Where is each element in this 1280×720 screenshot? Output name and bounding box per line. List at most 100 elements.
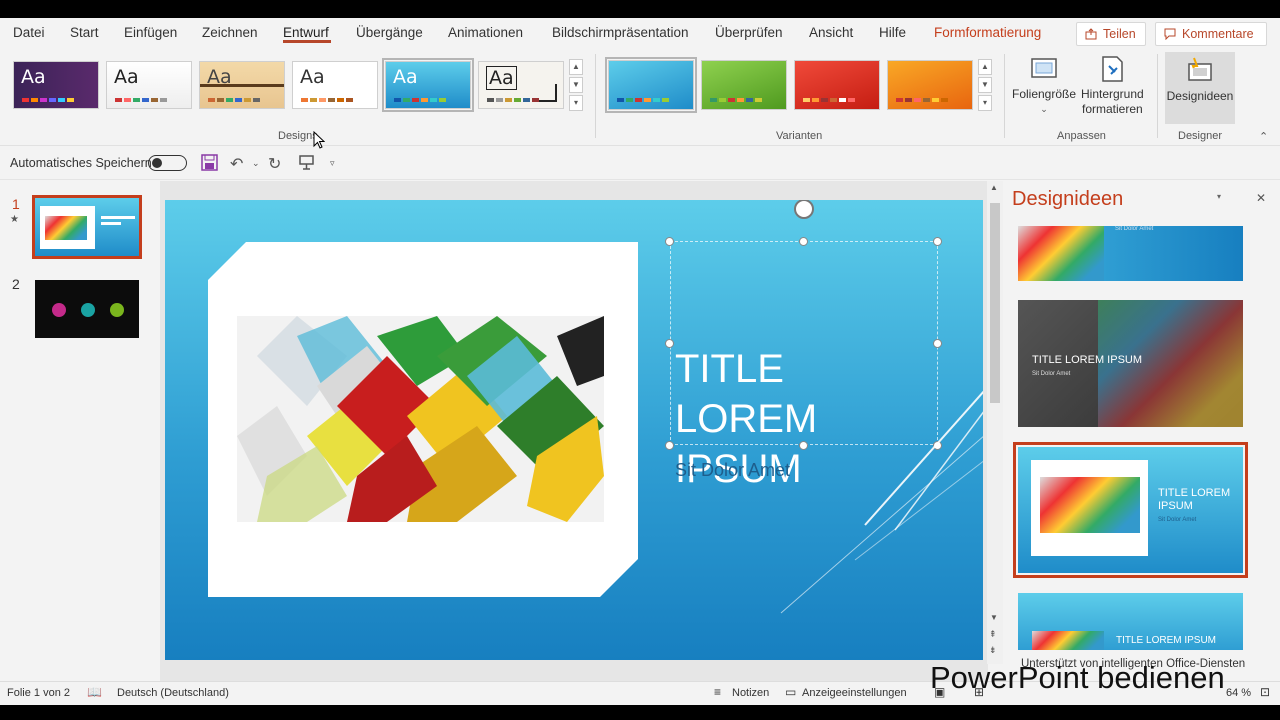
ribbon-separator (595, 54, 596, 138)
rotate-handle-icon[interactable] (794, 200, 814, 219)
zoom-level[interactable]: 64 % (1226, 687, 1251, 699)
slide-editor: TITLE LOREM IPSUM Sit Dolor Amet (160, 181, 988, 681)
design-idea-2[interactable]: TITLE LOREM IPSUM Sit Dolor Amet (1018, 300, 1243, 427)
tab-zeichnen[interactable]: Zeichnen (202, 25, 258, 40)
customize-qat-icon[interactable]: ▿ (330, 158, 335, 169)
collapse-ribbon-icon[interactable]: ⌃ (1259, 130, 1268, 143)
undo-dropdown-icon[interactable]: ⌄ (252, 158, 260, 169)
chevron-down-icon[interactable]: ▼ (569, 77, 583, 93)
format-background-label-1: Hintergrund (1081, 87, 1144, 101)
theme-thumbnail-6[interactable]: Aa (478, 61, 564, 109)
slide-thumbnail-1[interactable] (32, 195, 142, 259)
abstract-cubes-image[interactable] (237, 316, 604, 522)
idea-3-subtitle: Sit Dolor Amet (1158, 517, 1197, 523)
tab-hilfe[interactable]: Hilfe (879, 25, 906, 40)
window-top-border (0, 0, 1280, 18)
slide-size-button[interactable]: Foliengröße ⌄ (1012, 54, 1076, 117)
group-label-designs: Designs (278, 130, 318, 142)
tab-einfuegen[interactable]: Einfügen (124, 25, 177, 40)
pane-title: Designideen (1012, 188, 1124, 210)
design-idea-4[interactable]: TITLE LOREM IPSUM (1018, 593, 1243, 650)
tab-ansicht[interactable]: Ansicht (809, 25, 853, 40)
chevron-up-icon[interactable]: ▲ (978, 59, 992, 75)
chevron-down-icon[interactable]: ▼ (978, 77, 992, 93)
design-idea-1[interactable]: Sit Dolor Amet (1018, 226, 1243, 281)
start-presentation-icon[interactable] (298, 154, 315, 171)
design-ideas-label: Designideen (1166, 89, 1234, 103)
design-ideas-button-content: Designideen (1167, 56, 1233, 104)
undo-icon[interactable]: ↶ (230, 154, 243, 174)
theme-thumbnail-3[interactable]: Aa (199, 61, 285, 109)
comments-label: Kommentare (1182, 27, 1254, 41)
design-ideas-button[interactable]: Designideen (1165, 52, 1235, 124)
comment-icon (1164, 28, 1176, 40)
variant-thumbnail-3[interactable] (794, 60, 880, 110)
decorative-lines (780, 390, 983, 614)
ribbon-separator (1004, 54, 1005, 138)
notes-button[interactable]: Notizen (732, 687, 769, 699)
format-background-button[interactable]: Hintergrund formatieren (1081, 54, 1144, 117)
resize-handle[interactable] (665, 339, 674, 348)
close-icon[interactable]: ✕ (1256, 191, 1266, 205)
ribbon-separator (1157, 54, 1158, 138)
resize-handle[interactable] (933, 237, 942, 246)
slide-canvas[interactable]: TITLE LOREM IPSUM Sit Dolor Amet (165, 200, 983, 660)
variant-thumbnail-2[interactable] (701, 60, 787, 110)
theme-thumbnail-2[interactable]: Aa (106, 61, 192, 109)
spellcheck-icon[interactable]: 📖 (87, 685, 102, 699)
slide-thumbnails-pane: 1 ★ 2 (0, 181, 160, 681)
tab-entwurf[interactable]: Entwurf (283, 25, 329, 40)
redo-icon[interactable]: ↻ (268, 154, 281, 174)
scroll-down-icon[interactable]: ▼ (990, 613, 998, 622)
chevron-up-icon[interactable]: ▲ (569, 59, 583, 75)
previous-slide-icon[interactable]: ⇞ (989, 629, 997, 640)
design-ideas-icon (1188, 57, 1212, 81)
tab-ueberpruefen[interactable]: Überprüfen (715, 25, 783, 40)
variant-thumbnail-4[interactable] (887, 60, 973, 110)
variant-thumbnail-1[interactable] (605, 57, 697, 113)
theme-thumbnail-1[interactable]: Aa (13, 61, 99, 109)
format-background-icon (1102, 56, 1124, 82)
tab-formformatierung[interactable]: Formformatierung (934, 25, 1041, 40)
tab-bildschirmpraesentation[interactable]: Bildschirmpräsentation (552, 25, 689, 40)
resize-handle[interactable] (799, 237, 808, 246)
tab-uebergaenge[interactable]: Übergänge (356, 25, 423, 40)
save-icon[interactable] (201, 154, 218, 171)
slide-number-1: 1 (12, 196, 20, 212)
resize-handle[interactable] (665, 441, 674, 450)
slide-size-icon (1031, 58, 1057, 78)
pane-options-icon[interactable]: ▾ (1217, 192, 1221, 201)
editor-scrollbar[interactable]: ▲ ▼ ⇞ ⇟ (987, 181, 1003, 664)
window-bottom-border (0, 705, 1280, 720)
display-settings-icon: ▭ (785, 685, 797, 699)
idea-3-title: TITLE LOREM IPSUM (1158, 487, 1231, 512)
share-label: Teilen (1103, 27, 1136, 41)
slide-thumbnail-2[interactable] (35, 280, 139, 338)
slide-counter: Folie 1 von 2 (7, 687, 70, 699)
share-button[interactable]: Teilen (1076, 22, 1146, 46)
theme-preview-text: Aa (393, 66, 418, 88)
group-label-anpassen: Anpassen (1057, 130, 1106, 142)
resize-handle[interactable] (665, 237, 674, 246)
display-settings-button[interactable]: Anzeigeeinstellungen (802, 687, 907, 699)
comments-button[interactable]: Kommentare (1155, 22, 1267, 46)
design-idea-3-selected[interactable]: TITLE LOREM IPSUM Sit Dolor Amet (1013, 442, 1248, 578)
notes-icon: ≡ (714, 685, 722, 699)
group-label-designer: Designer (1178, 130, 1223, 142)
more-variants-icon[interactable]: ▾ (978, 95, 992, 111)
tab-datei[interactable]: Datei (13, 25, 45, 40)
fit-to-window-icon[interactable]: ⊡ (1260, 685, 1270, 699)
scrollbar-thumb[interactable] (990, 203, 1000, 403)
autosave-toggle[interactable] (148, 155, 187, 171)
mouse-pointer-icon (313, 131, 325, 149)
format-background-label-2: formatieren (1082, 102, 1143, 116)
transition-star-icon: ★ (10, 214, 19, 225)
scroll-up-icon[interactable]: ▲ (990, 183, 998, 192)
theme-thumbnail-5[interactable]: Aa (382, 58, 474, 112)
next-slide-icon[interactable]: ⇟ (989, 645, 997, 656)
language-status[interactable]: Deutsch (Deutschland) (117, 687, 229, 699)
more-themes-icon[interactable]: ▾ (569, 95, 583, 111)
tab-start[interactable]: Start (70, 25, 99, 40)
theme-thumbnail-4[interactable]: Aa (292, 61, 378, 109)
tab-animationen[interactable]: Animationen (448, 25, 523, 40)
